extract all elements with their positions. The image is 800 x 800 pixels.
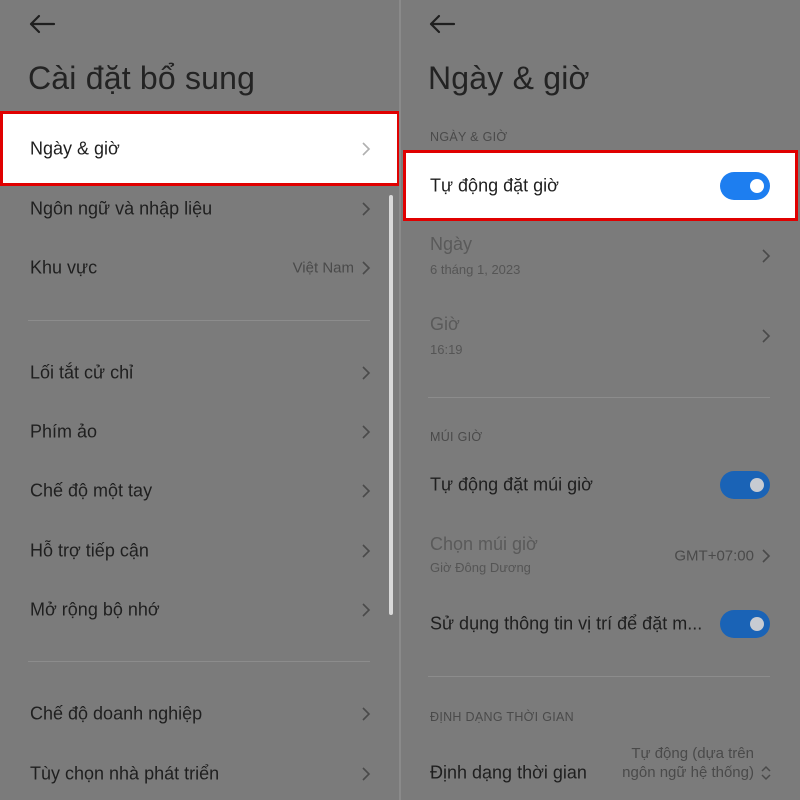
divider [28, 661, 370, 662]
settings-item-label: Ngày & giờ [30, 138, 120, 159]
settings-item-enterprise-mode[interactable]: Chế độ doanh nghiệp [0, 686, 400, 742]
chevron-right-icon [362, 544, 371, 558]
settings-item-label: Ngôn ngữ và nhập liệu [30, 198, 213, 219]
chevron-right-icon [762, 329, 771, 343]
settings-item-virtual-keys[interactable]: Phím ảo [0, 404, 400, 460]
section-header-time-format: ĐỊNH DẠNG THỜI GIAN [430, 710, 574, 724]
settings-item-language-input[interactable]: Ngôn ngữ và nhập liệu [0, 181, 400, 237]
arrow-left-icon[interactable] [28, 12, 56, 36]
chevron-right-icon [362, 366, 371, 380]
section-header-date-time: NGÀY & GIỜ [430, 130, 508, 144]
auto-time-toggle[interactable] [720, 172, 770, 200]
date-row[interactable]: Ngày 6 tháng 1, 2023 [400, 228, 800, 284]
settings-item-label: Lối tắt cử chỉ [30, 362, 134, 383]
choose-timezone-row[interactable]: Chọn múi giờ Giờ Đông Dương GMT+07:00 [400, 528, 800, 584]
chevron-right-icon [362, 142, 371, 156]
chevron-up-down-icon[interactable] [760, 764, 772, 782]
arrow-left-icon[interactable] [428, 12, 456, 36]
use-location-row[interactable]: Sử dụng thông tin vị trí để đặt m... [400, 596, 800, 652]
additional-settings-panel: Cài đặt bổ sung Ngày & giờ Ngôn ngữ và n… [0, 0, 400, 800]
time-format-value: Tự động (dựa trên ngôn ngữ hệ thống) [622, 745, 754, 781]
chevron-right-icon [362, 767, 371, 781]
settings-item-label: Chế độ doanh nghiệp [30, 703, 203, 724]
scrollbar[interactable] [389, 195, 393, 615]
chevron-right-icon [362, 707, 371, 721]
timezone-name: Giờ Đông Dương [430, 560, 531, 575]
settings-item-label: Chế độ một tay [30, 480, 153, 501]
settings-item-date-time[interactable]: Ngày & giờ [0, 121, 400, 177]
auto-timezone-toggle[interactable] [720, 471, 770, 499]
chevron-right-icon [362, 603, 371, 617]
settings-item-label: Hỗ trợ tiếp cận [30, 540, 149, 561]
auto-timezone-row[interactable]: Tự động đặt múi giờ [400, 457, 800, 513]
chevron-right-icon [362, 261, 371, 275]
chevron-right-icon [362, 425, 371, 439]
chevron-right-icon [362, 202, 371, 216]
divider [428, 676, 770, 677]
settings-item-gesture-shortcuts[interactable]: Lối tắt cử chỉ [0, 345, 400, 401]
divider [28, 320, 370, 321]
chevron-right-icon [762, 549, 771, 563]
divider [428, 397, 770, 398]
date-value: 6 tháng 1, 2023 [430, 262, 521, 277]
settings-item-memory-extension[interactable]: Mở rộng bộ nhớ [0, 582, 400, 638]
settings-item-one-handed-mode[interactable]: Chế độ một tay [0, 463, 400, 519]
chevron-right-icon [762, 249, 771, 263]
auto-timezone-label: Tự động đặt múi giờ [430, 474, 593, 495]
time-format-label: Định dạng thời gian [430, 762, 587, 783]
settings-item-label: Khu vực [30, 257, 98, 278]
region-value: Việt Nam [292, 259, 354, 277]
timezone-offset: GMT+07:00 [674, 547, 754, 565]
auto-time-row[interactable]: Tự động đặt giờ [400, 158, 800, 214]
time-value: 16:19 [430, 342, 463, 357]
time-label: Giờ [430, 314, 460, 334]
page-title: Cài đặt bổ sung [28, 60, 256, 96]
settings-item-label: Mở rộng bộ nhớ [30, 599, 160, 620]
chevron-right-icon [362, 484, 371, 498]
toggle-knob [750, 179, 764, 193]
section-header-timezone: MÚI GIỜ [430, 430, 483, 444]
page-title: Ngày & giờ [428, 60, 590, 96]
toggle-knob [750, 617, 764, 631]
use-location-label: Sử dụng thông tin vị trí để đặt m... [430, 613, 703, 634]
time-row[interactable]: Giờ 16:19 [400, 308, 800, 364]
date-time-panel: Ngày & giờ NGÀY & GIỜ Tự động đặt giờ Ng… [400, 0, 800, 800]
auto-time-label: Tự động đặt giờ [430, 175, 559, 196]
choose-timezone-label: Chọn múi giờ [430, 534, 538, 554]
settings-item-accessibility[interactable]: Hỗ trợ tiếp cận [0, 523, 400, 579]
settings-item-label: Tùy chọn nhà phát triển [30, 763, 220, 784]
use-location-toggle[interactable] [720, 610, 770, 638]
date-label: Ngày [430, 234, 473, 254]
settings-item-developer-options[interactable]: Tùy chọn nhà phát triển [0, 746, 400, 800]
settings-item-region[interactable]: Khu vực Việt Nam [0, 240, 400, 296]
toggle-knob [750, 478, 764, 492]
settings-item-label: Phím ảo [30, 421, 98, 442]
